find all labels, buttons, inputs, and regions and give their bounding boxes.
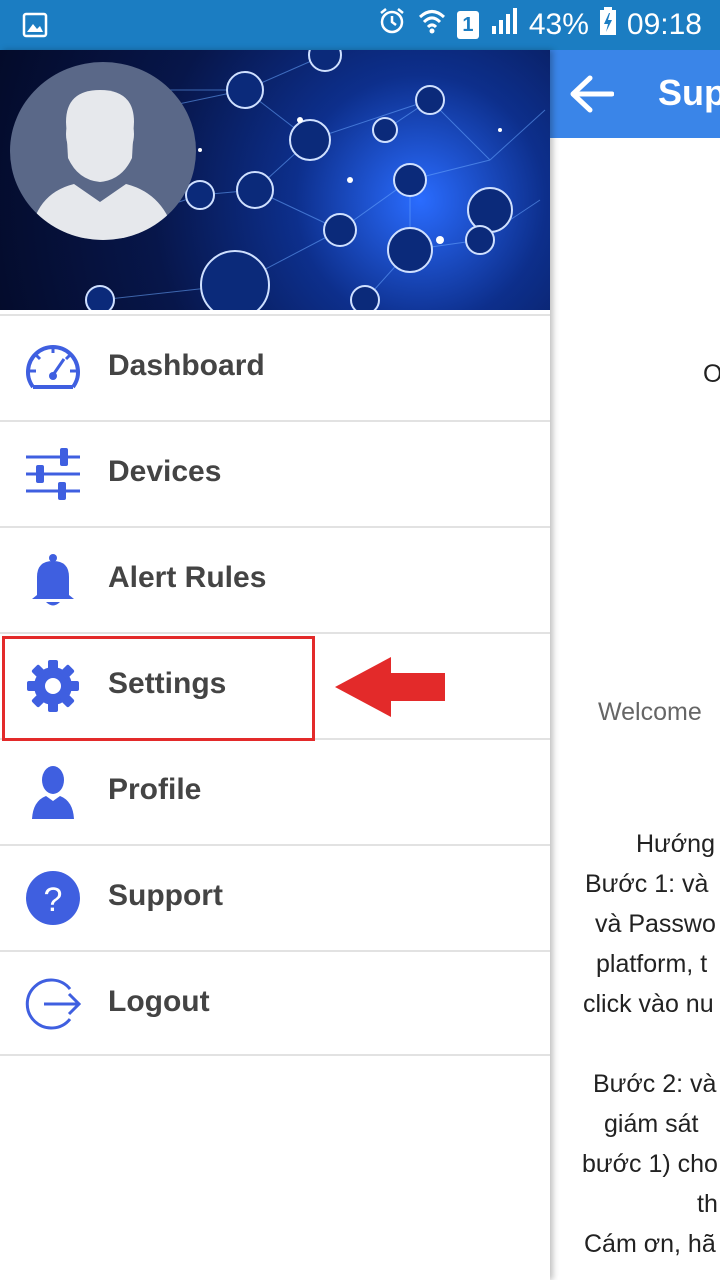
svg-text:?: ? [44,881,63,919]
gallery-notification-icon [22,12,48,43]
menu-item-logout[interactable]: Logout [0,950,550,1056]
battery-charging-icon [599,6,617,44]
menu-item-label: Profile [108,773,202,806]
avatar[interactable] [10,62,196,240]
page-text-line: giám sát [604,1110,699,1138]
page-text-line: và Passwo [595,910,716,938]
clock: 09:18 [626,8,702,41]
page-text-line: Welcome [598,698,702,726]
page-text-line: Cám ơn, hã [584,1230,716,1258]
person-icon [24,763,82,821]
menu-item-label: Devices [108,455,222,488]
menu-item-support[interactable]: ? Support [0,844,550,950]
page-text-line: Bước 2: và [593,1070,717,1098]
page-text-line: Hướng [636,830,715,858]
alarm-icon [377,6,407,44]
menu-item-devices[interactable]: Devices [0,420,550,526]
sliders-icon [24,445,82,503]
page-text-line: bước 1) cho [582,1150,718,1178]
signal-icon [489,6,519,44]
drawer-header-image [0,50,550,310]
menu-item-label: Dashboard [108,349,265,382]
menu-item-profile[interactable]: Profile [0,738,550,844]
back-arrow-icon[interactable] [568,74,615,114]
wifi-icon [417,6,447,44]
menu-item-dashboard[interactable]: Dashboard [0,314,550,420]
support-app-bar: Sup [550,50,720,138]
page-text-line: click vào nu [583,990,714,1018]
question-circle-icon: ? [24,869,82,927]
menu-item-alert-rules[interactable]: Alert Rules [0,526,550,632]
page-text-line: O [703,360,720,388]
screen: 1 43% 09:18 Sup O Welcome Hướng Bước 1: … [0,0,720,1280]
page-text-line: platform, t [596,950,708,978]
red-pointer-arrow-icon [335,657,445,717]
menu-item-label: Alert Rules [108,561,267,594]
menu-item-label: Support [108,879,223,912]
page-title: Sup [658,72,720,113]
bell-icon [24,551,82,609]
menu-item-label: Logout [108,985,210,1018]
status-bar: 1 43% 09:18 [0,0,720,50]
sim-icon: 1 [456,11,479,39]
page-text-line: th [697,1190,718,1218]
logout-icon [24,975,82,1033]
settings-highlight-box [2,636,315,741]
page-text-line: Bước 1: và [585,870,709,898]
support-page: Sup O Welcome Hướng Bước 1: và và Passwo… [550,50,720,1280]
dashboard-gauge-icon [24,339,82,397]
battery-percent: 43% [528,8,589,41]
